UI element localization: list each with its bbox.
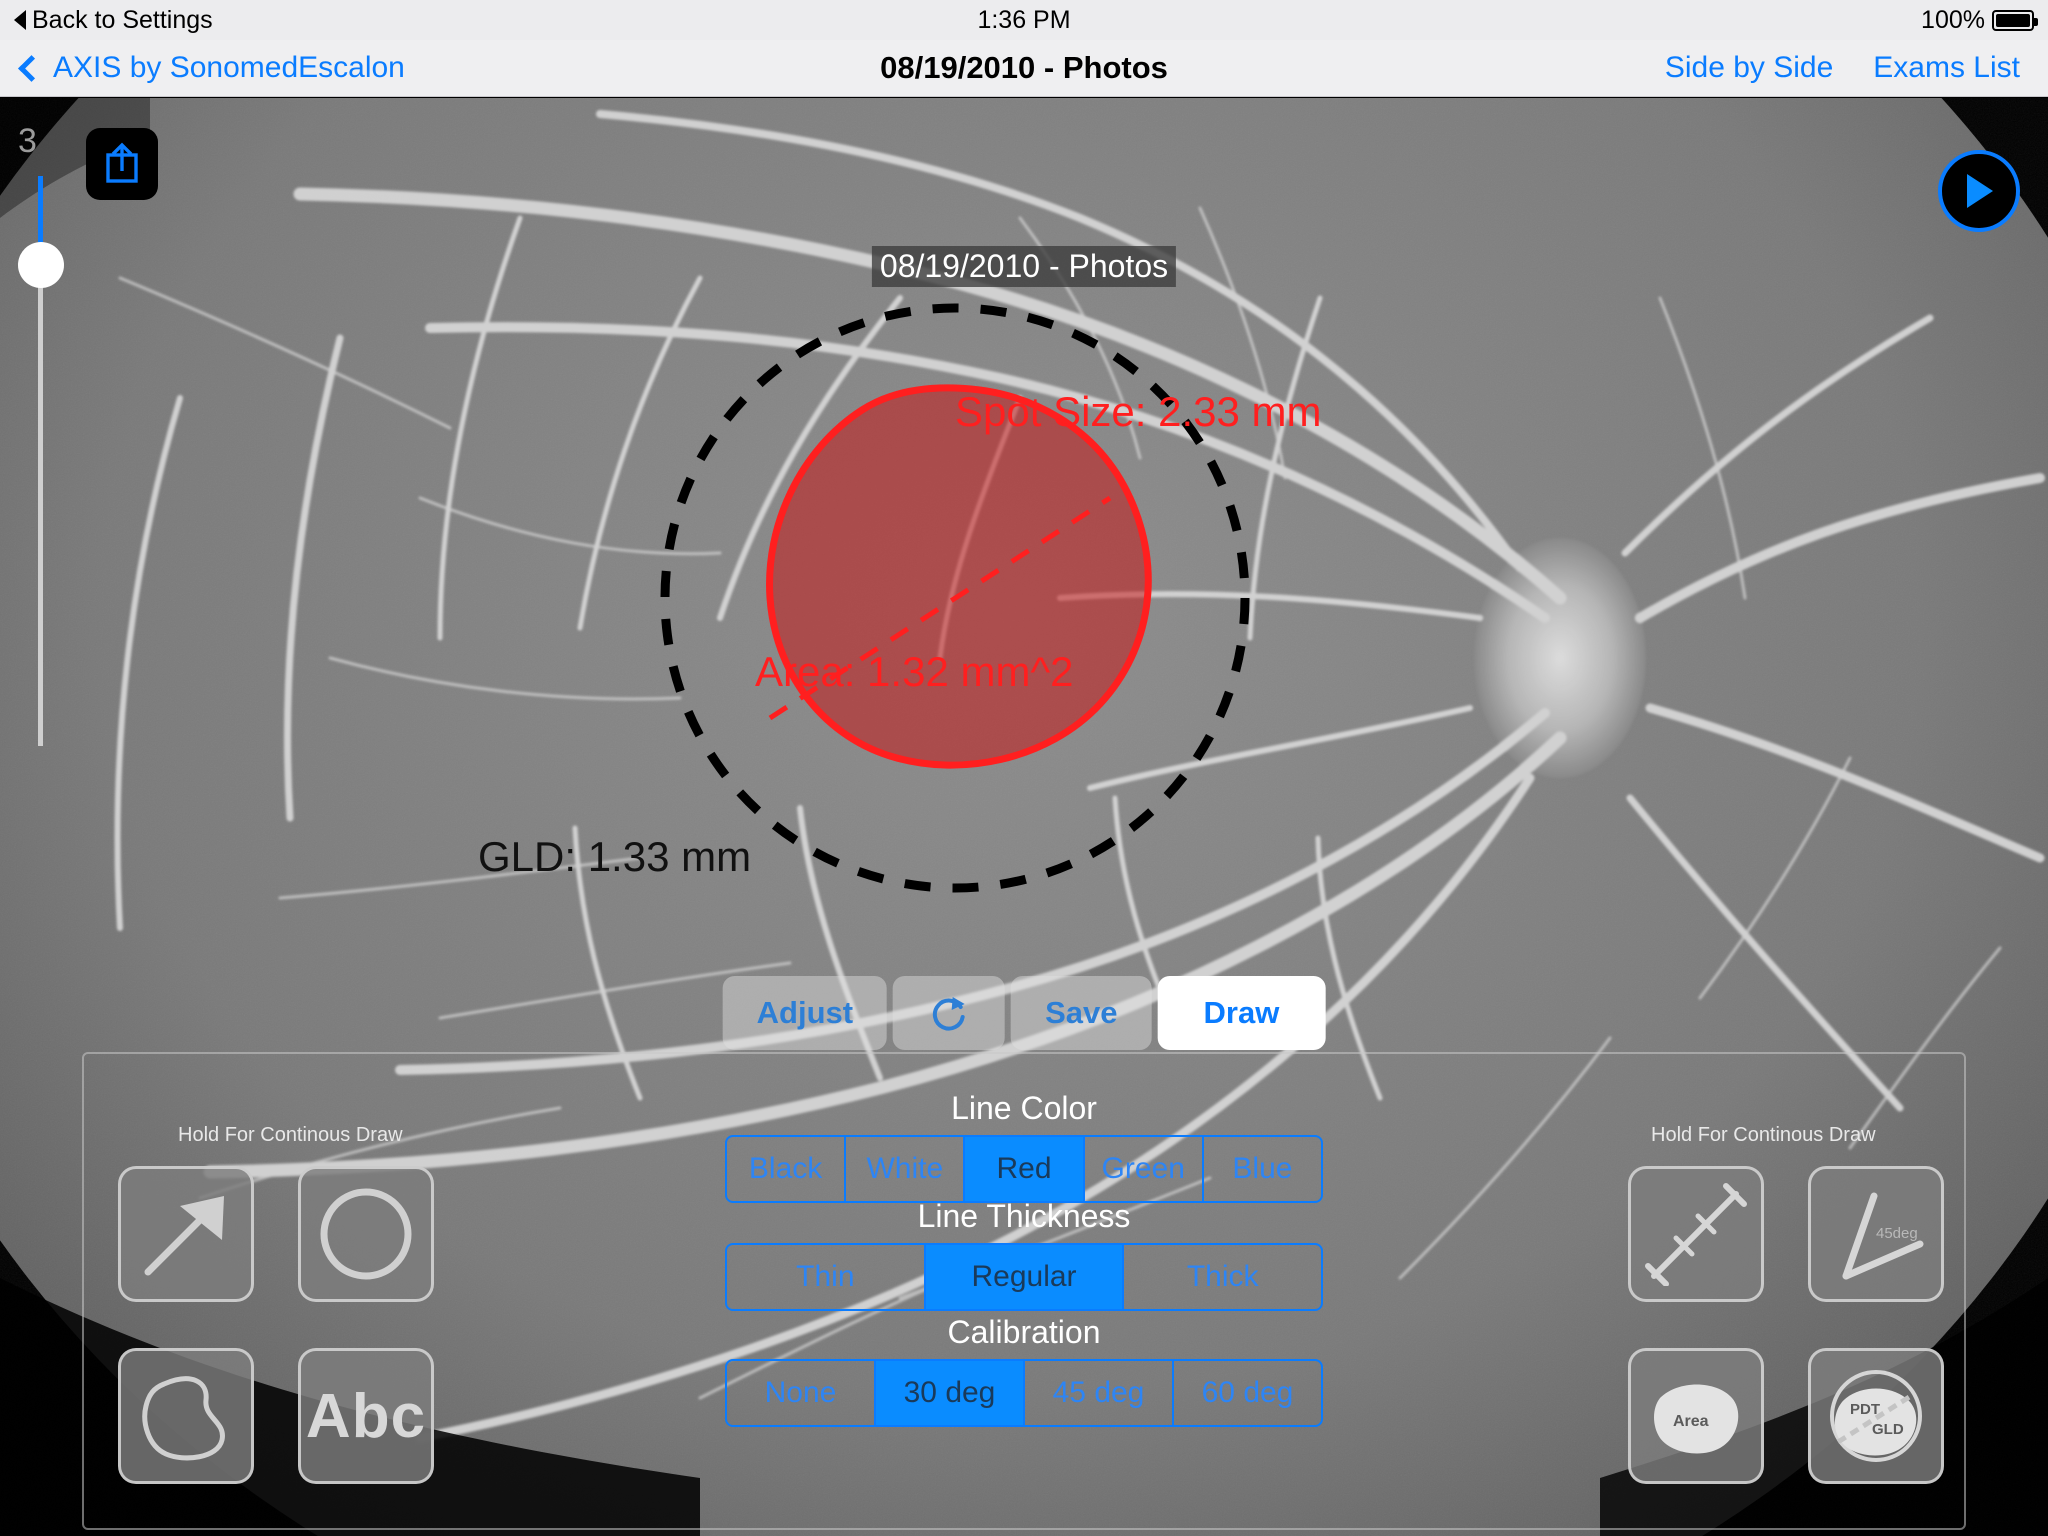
angle-icon: 45deg <box>1842 1192 1924 1280</box>
pdt-gld-icon: PDT GLD <box>1830 1370 1922 1462</box>
hold-hint-right: Hold For Continous Draw <box>1651 1124 1876 1146</box>
arrow-tool-button[interactable] <box>118 1166 254 1302</box>
mode-toolbar: Adjust Save Draw <box>722 976 1326 1050</box>
status-battery-area: 100% <box>1921 5 2038 35</box>
line-color-option-blue[interactable]: Blue <box>1204 1137 1321 1201</box>
freehand-shape-icon <box>142 1376 225 1461</box>
line-color-option-green[interactable]: Green <box>1085 1137 1204 1201</box>
adjust-button[interactable]: Adjust <box>722 976 888 1050</box>
navigation-bar: AXIS by SonomedEscalon 08/19/2010 - Phot… <box>0 40 2048 97</box>
battery-percent-label: 100% <box>1921 5 1985 34</box>
exams-list-button[interactable]: Exams List <box>1873 51 2020 85</box>
calibration-option-none[interactable]: None <box>727 1361 876 1425</box>
freehand-tool-button[interactable] <box>118 1348 254 1484</box>
calibration-title: Calibration <box>947 1314 1101 1350</box>
line-thickness-group: Line Thickness Thin Regular Thick <box>725 1198 1323 1311</box>
frame-number-label: 3 <box>18 122 37 160</box>
pdt-label: PDT <box>1850 1401 1880 1418</box>
calibration-option-60deg[interactable]: 60 deg <box>1174 1361 1321 1425</box>
share-button[interactable] <box>86 128 158 200</box>
app-root: Back to Settings 1:36 PM 100% AXIS by So… <box>0 0 2048 1536</box>
area-tool-button[interactable]: Area <box>1628 1348 1764 1484</box>
text-tool-button[interactable]: Abc <box>298 1348 434 1484</box>
side-by-side-button[interactable]: Side by Side <box>1665 51 1833 85</box>
image-title-chip: 08/19/2010 - Photos <box>871 246 1177 287</box>
arrow-icon <box>144 1196 224 1276</box>
line-color-title: Line Color <box>951 1090 1097 1126</box>
line-thickness-segmented[interactable]: Thin Regular Thick <box>725 1243 1323 1311</box>
circle-icon <box>320 1188 412 1280</box>
ruler-tool-button[interactable] <box>1628 1166 1764 1302</box>
line-color-option-black[interactable]: Black <box>727 1137 847 1201</box>
draw-button[interactable]: Draw <box>1157 976 1326 1050</box>
slider-track-empty <box>38 276 43 746</box>
circle-tool-button[interactable] <box>298 1166 434 1302</box>
line-color-group: Line Color Black White Red Green Blue <box>725 1090 1323 1203</box>
line-thickness-option-thick[interactable]: Thick <box>1124 1245 1321 1309</box>
slider-thumb[interactable] <box>18 242 64 288</box>
angle-tool-button[interactable]: 45deg <box>1808 1166 1944 1302</box>
line-color-option-white[interactable]: White <box>846 1137 966 1201</box>
redo-icon <box>933 997 966 1031</box>
save-button[interactable]: Save <box>1011 976 1152 1050</box>
line-color-option-red[interactable]: Red <box>965 1137 1085 1201</box>
calibration-option-30deg[interactable]: 30 deg <box>876 1361 1025 1425</box>
play-button[interactable] <box>1938 150 2020 232</box>
nav-actions: Side by Side Exams List <box>1665 51 2048 85</box>
text-tool-label: Abc <box>305 1381 427 1451</box>
gld-tool-label: GLD <box>1872 1421 1904 1438</box>
frame-slider[interactable]: 3 <box>10 122 70 750</box>
calibration-segmented[interactable]: None 30 deg 45 deg 60 deg <box>725 1359 1323 1427</box>
line-thickness-option-thin[interactable]: Thin <box>727 1245 926 1309</box>
line-thickness-option-regular[interactable]: Regular <box>925 1245 1125 1309</box>
calibration-option-45deg[interactable]: 45 deg <box>1025 1361 1174 1425</box>
ruler-icon <box>1645 1183 1747 1286</box>
area-icon: Area <box>1654 1384 1739 1454</box>
play-icon <box>1967 174 1993 208</box>
share-icon <box>106 142 138 183</box>
area-tool-label: Area <box>1673 1413 1709 1430</box>
pdt-gld-tool-button[interactable]: PDT GLD <box>1808 1348 1944 1484</box>
status-bar: Back to Settings 1:36 PM 100% <box>0 0 2048 40</box>
battery-icon <box>1992 9 2038 31</box>
line-color-segmented[interactable]: Black White Red Green Blue <box>725 1135 1323 1203</box>
redo-button[interactable] <box>893 976 1006 1050</box>
line-thickness-title: Line Thickness <box>917 1198 1131 1234</box>
calibration-group: Calibration None 30 deg 45 deg 60 deg <box>725 1314 1323 1427</box>
hold-hint-left: Hold For Continous Draw <box>178 1124 403 1146</box>
angle-tool-label: 45deg <box>1876 1225 1918 1242</box>
status-clock: 1:36 PM <box>977 5 1071 34</box>
